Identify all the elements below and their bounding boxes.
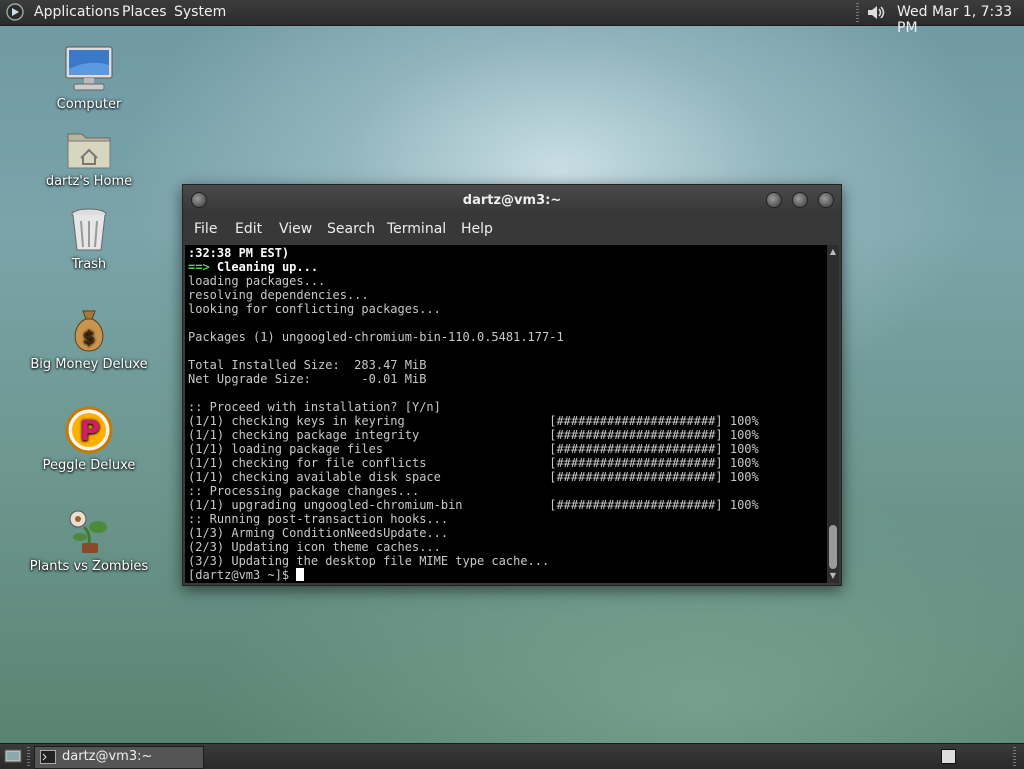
menu-file[interactable]: File <box>194 221 217 237</box>
desktop-icon-label: Peggle Deluxe <box>42 458 136 473</box>
window-title: dartz@vm3:~ <box>462 193 562 208</box>
desktop-icon-big-money[interactable]: $ Big Money Deluxe <box>24 307 154 372</box>
taskbar-terminal-button[interactable]: dartz@vm3:~ <box>34 746 204 769</box>
terminal-line: (1/1) upgrading ungoogled-chromium-bin [… <box>188 498 759 512</box>
terminal-line: (1/1) loading package files [###########… <box>188 442 759 456</box>
clock[interactable]: Wed Mar 1, 7:33 PM <box>897 4 1024 36</box>
desktop-icon-label: Big Money Deluxe <box>30 357 148 372</box>
terminal-line: (1/1) checking available disk space [###… <box>188 470 759 484</box>
terminal-line: ==> Cleaning up... <box>188 260 318 274</box>
desktop-icon-label: Computer <box>56 97 122 112</box>
minimize-button[interactable] <box>766 192 782 208</box>
plants-vs-zombies-icon <box>69 510 107 553</box>
terminal-prompt-line[interactable]: [dartz@vm3 ~]$ <box>188 568 305 582</box>
desktop-icon-computer[interactable]: Computer <box>24 45 154 112</box>
terminal-line: (1/1) checking keys in keyring [########… <box>188 414 759 428</box>
cleaning-up-text: Cleaning up... <box>216 260 319 274</box>
peggle-icon: P <box>65 406 113 454</box>
window-titlebar[interactable]: dartz@vm3:~ <box>183 185 841 215</box>
show-desktop-icon[interactable] <box>4 748 22 764</box>
scroll-down-arrow-icon[interactable]: ▼ <box>829 572 837 580</box>
terminal-line: :: Processing package changes... <box>188 484 420 498</box>
terminal-line: (2/3) Updating icon theme caches... <box>188 540 441 554</box>
panel-handle <box>27 747 30 766</box>
terminal-window[interactable]: dartz@vm3:~ File Edit View Search Termin… <box>182 184 842 586</box>
scroll-up-arrow-icon[interactable]: ▲ <box>829 248 837 256</box>
places-menu[interactable]: Places <box>122 4 167 20</box>
applications-menu[interactable]: Applications <box>34 4 120 20</box>
top-panel: Applications Places System Wed Mar 1, 7:… <box>0 0 1024 36</box>
menu-search[interactable]: Search <box>327 221 375 237</box>
menu-edit[interactable]: Edit <box>235 221 262 237</box>
terminal-line: :: Running post-transaction hooks... <box>188 512 449 526</box>
terminal-scrollbar[interactable]: ▲ ▼ <box>827 245 839 583</box>
shell-prompt: [dartz@vm3 ~]$ <box>188 568 297 582</box>
scrollbar-thumb[interactable] <box>829 525 837 569</box>
money-bag-icon: $ <box>74 310 104 352</box>
terminal-line: :: Proceed with installation? [Y/n] <box>188 400 441 414</box>
menu-help[interactable]: Help <box>461 221 493 237</box>
panel-handle <box>1013 747 1016 766</box>
menu-terminal[interactable]: Terminal <box>387 221 446 237</box>
computer-icon <box>65 46 113 91</box>
workspace-switcher[interactable] <box>941 749 956 764</box>
terminal-line: (1/3) Arming ConditionNeedsUpdate... <box>188 526 449 540</box>
terminal-line: Packages (1) ungoogled-chromium-bin-110.… <box>188 330 564 344</box>
desktop-icon-trash[interactable]: Trash <box>24 207 154 272</box>
volume-icon[interactable] <box>866 3 888 22</box>
terminal-menubar: File Edit View Search Terminal Help <box>183 215 841 245</box>
bottom-panel: dartz@vm3:~ <box>0 743 1024 769</box>
svg-text:P: P <box>80 414 101 447</box>
desktop-icon-home[interactable]: dartz's Home <box>24 128 154 189</box>
panel-handle <box>856 3 859 22</box>
terminal-line: :32:38 PM EST) <box>188 246 290 260</box>
home-folder-icon <box>67 133 111 169</box>
text-cursor <box>296 568 305 581</box>
desktop-icon-plants-vs-zombies[interactable]: Plants vs Zombies <box>24 505 154 574</box>
terminal-output[interactable]: :32:38 PM EST) ==> Cleaning up... loadin… <box>185 245 827 583</box>
desktop-icon-label: dartz's Home <box>45 174 133 189</box>
svg-text:$: $ <box>83 327 96 348</box>
terminal-line: (1/1) checking for file conflicts [#####… <box>188 456 759 470</box>
trash-icon <box>71 208 107 251</box>
desktop-icon-peggle[interactable]: P Peggle Deluxe <box>24 406 154 473</box>
system-menu[interactable]: System <box>174 4 226 20</box>
terminal-icon <box>40 750 56 764</box>
close-button[interactable] <box>818 192 834 208</box>
terminal-line: Net Upgrade Size: -0.01 MiB <box>188 372 427 386</box>
desktop-icon-label: Trash <box>71 257 107 272</box>
terminal-line: looking for conflicting packages... <box>188 302 441 316</box>
taskbar-button-label: dartz@vm3:~ <box>62 749 153 764</box>
terminal-line: (1/1) checking package integrity [######… <box>188 428 759 442</box>
maximize-button[interactable] <box>792 192 808 208</box>
terminal-line: resolving dependencies... <box>188 288 369 302</box>
menu-view[interactable]: View <box>279 221 312 237</box>
desktop-icon-label: Plants vs Zombies <box>29 559 149 574</box>
arrow-prefix: ==> <box>188 260 210 274</box>
terminal-line: Total Installed Size: 283.47 MiB <box>188 358 427 372</box>
terminal-line: (3/3) Updating the desktop file MIME typ… <box>188 554 550 568</box>
applications-logo-icon[interactable] <box>6 3 24 21</box>
terminal-line: loading packages... <box>188 274 326 288</box>
